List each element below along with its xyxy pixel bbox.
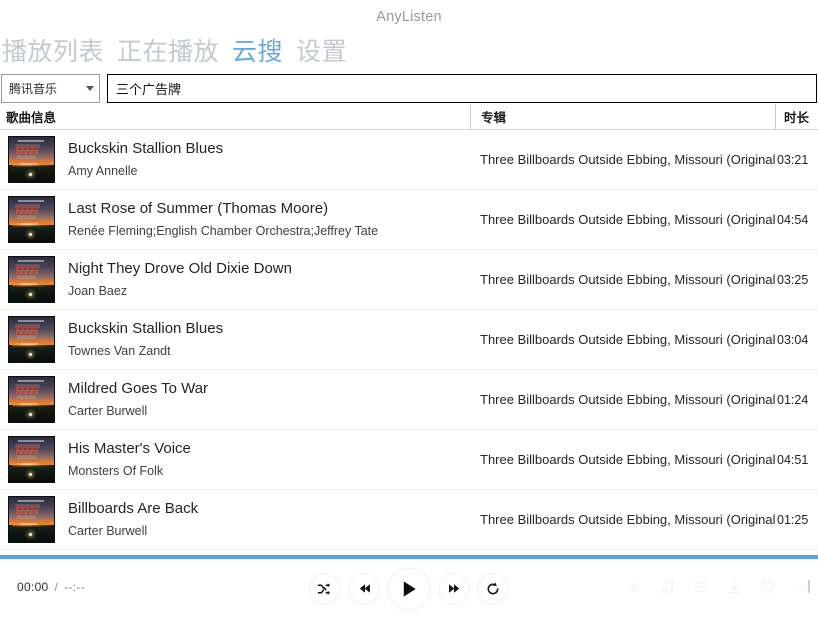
album-name: Three Billboards Outside Ebbing, Missour… — [480, 272, 775, 287]
search-input[interactable] — [107, 74, 817, 103]
song-cell: Billboards Are Back Carter Burwell — [0, 496, 470, 543]
table-row[interactable]: Buckskin Stallion Blues Townes Van Zandt… — [0, 310, 818, 370]
song-text: Buckskin Stallion Blues Townes Van Zandt — [68, 319, 223, 361]
table-row[interactable]: Last Rose of Summer (Thomas Moore) Renée… — [0, 190, 818, 250]
app-title: AnyListen — [376, 8, 442, 25]
current-time: 00:00 — [17, 579, 49, 594]
song-title: Buckskin Stallion Blues — [68, 139, 224, 157]
song-text: Mildred Goes To War Carter Burwell — [68, 379, 208, 421]
panel-edge-marker — [808, 580, 810, 593]
repeat-icon — [486, 581, 501, 596]
song-artist: Joan Baez — [68, 283, 128, 298]
song-title: Mildred Goes To War — [68, 379, 209, 397]
song-artist: Carter Burwell — [68, 523, 148, 538]
song-title: Buckskin Stallion Blues — [68, 319, 224, 337]
table-row[interactable]: His Master's Voice Monsters Of Folk Thre… — [0, 430, 818, 490]
column-header-duration[interactable]: 时长 — [775, 104, 818, 129]
song-text: His Master's Voice Monsters Of Folk — [68, 439, 191, 481]
song-artist: Carter Burwell — [68, 403, 148, 418]
search-bar: 腾讯音乐 — [0, 73, 818, 104]
album-art-thumbnail — [8, 316, 55, 363]
play-icon — [400, 579, 419, 598]
tab-cloud-search[interactable]: 云搜 — [232, 39, 283, 67]
fast-forward-icon — [447, 582, 461, 596]
shuffle-icon — [317, 581, 333, 596]
favorite-icon[interactable] — [758, 577, 777, 596]
album-art-thumbnail — [8, 196, 55, 243]
song-artist: Renée Fleming;English Chamber Orchestra;… — [68, 223, 379, 238]
song-duration: 01:24 — [777, 392, 809, 407]
shuffle-button[interactable] — [309, 573, 341, 604]
download-icon[interactable] — [725, 577, 744, 596]
song-title: Last Rose of Summer (Thomas Moore) — [68, 199, 329, 217]
track-table-header: 歌曲信息 专辑 时长 — [0, 104, 818, 130]
album-art-thumbnail — [8, 496, 55, 543]
song-cell: His Master's Voice Monsters Of Folk — [0, 436, 470, 483]
music-source-label: 腾讯音乐 — [9, 82, 58, 96]
table-row[interactable]: Buckskin Stallion Blues Amy Annelle Thre… — [0, 130, 818, 190]
song-cell: Buckskin Stallion Blues Townes Van Zandt — [0, 316, 470, 363]
song-duration: 03:25 — [777, 272, 809, 287]
song-duration: 01:25 — [777, 512, 809, 527]
table-row[interactable]: Billboards Are Back Carter Burwell Three… — [0, 490, 818, 550]
album-art-thumbnail — [8, 256, 55, 303]
album-art-thumbnail — [8, 436, 55, 483]
album-art-thumbnail — [8, 376, 55, 423]
playlist-icon[interactable] — [692, 577, 711, 596]
song-cell: Mildred Goes To War Carter Burwell — [0, 376, 470, 423]
column-header-album[interactable]: 专辑 — [470, 104, 775, 129]
next-button[interactable] — [438, 573, 470, 604]
song-cell: Last Rose of Summer (Thomas Moore) Renée… — [0, 196, 470, 243]
music-source-dropdown[interactable]: 腾讯音乐 — [1, 74, 100, 103]
song-title: Night They Drove Old Dixie Down — [68, 259, 292, 277]
total-time: --:-- — [64, 579, 85, 594]
tab-now-playing[interactable]: 正在播放 — [117, 39, 219, 67]
song-cell: Buckskin Stallion Blues Amy Annelle — [0, 136, 470, 183]
playback-controls — [309, 567, 509, 610]
song-duration: 03:04 — [777, 332, 809, 347]
progress-bar-fill — [0, 555, 818, 559]
album-name: Three Billboards Outside Ebbing, Missour… — [480, 332, 775, 347]
previous-button[interactable] — [348, 573, 380, 604]
song-cell: Night They Drove Old Dixie Down Joan Bae… — [0, 256, 470, 303]
song-artist: Townes Van Zandt — [68, 343, 171, 358]
song-duration: 03:21 — [777, 152, 809, 167]
song-title: Billboards Are Back — [68, 499, 199, 517]
time-display: 00:00 / --:-- — [17, 580, 85, 594]
song-duration: 04:51 — [777, 452, 809, 467]
rewind-icon — [357, 582, 371, 596]
album-name: Three Billboards Outside Ebbing, Missour… — [480, 512, 775, 527]
repeat-button[interactable] — [477, 573, 509, 604]
tab-playlist[interactable]: 播放列表 — [2, 39, 104, 67]
table-row[interactable]: Night They Drove Old Dixie Down Joan Bae… — [0, 250, 818, 310]
play-button[interactable] — [387, 567, 431, 610]
progress-bar[interactable] — [0, 555, 818, 559]
song-text: Billboards Are Back Carter Burwell — [68, 499, 198, 541]
song-artist: Monsters Of Folk — [68, 463, 164, 478]
song-duration: 04:54 — [777, 212, 809, 227]
song-text: Last Rose of Summer (Thomas Moore) Renée… — [68, 199, 378, 241]
album-name: Three Billboards Outside Ebbing, Missour… — [480, 212, 775, 227]
song-title: His Master's Voice — [68, 439, 191, 457]
player-tools — [626, 577, 810, 596]
album-name: Three Billboards Outside Ebbing, Missour… — [480, 392, 775, 407]
volume-icon[interactable] — [626, 577, 645, 596]
album-art-thumbnail — [8, 136, 55, 183]
song-text: Buckskin Stallion Blues Amy Annelle — [68, 139, 223, 181]
song-artist: Amy Annelle — [68, 163, 138, 178]
anylisten-window: AnyListen 播放列表 正在播放 云搜 设置 腾讯音乐 歌曲信息 专辑 时… — [0, 0, 818, 618]
song-text: Night They Drove Old Dixie Down Joan Bae… — [68, 259, 292, 301]
tab-settings[interactable]: 设置 — [296, 39, 347, 67]
track-list[interactable]: Buckskin Stallion Blues Amy Annelle Thre… — [0, 130, 818, 555]
player-bar: 00:00 / --:-- — [0, 555, 818, 618]
title-bar: AnyListen — [0, 0, 818, 33]
lyrics-icon[interactable] — [659, 577, 678, 596]
album-name: Three Billboards Outside Ebbing, Missour… — [480, 152, 775, 167]
column-header-song[interactable]: 歌曲信息 — [0, 104, 470, 129]
time-separator: / — [54, 579, 59, 594]
album-name: Three Billboards Outside Ebbing, Missour… — [480, 452, 775, 467]
table-row[interactable]: Mildred Goes To War Carter Burwell Three… — [0, 370, 818, 430]
main-nav: 播放列表 正在播放 云搜 设置 — [0, 33, 818, 73]
chevron-down-icon — [86, 86, 94, 91]
